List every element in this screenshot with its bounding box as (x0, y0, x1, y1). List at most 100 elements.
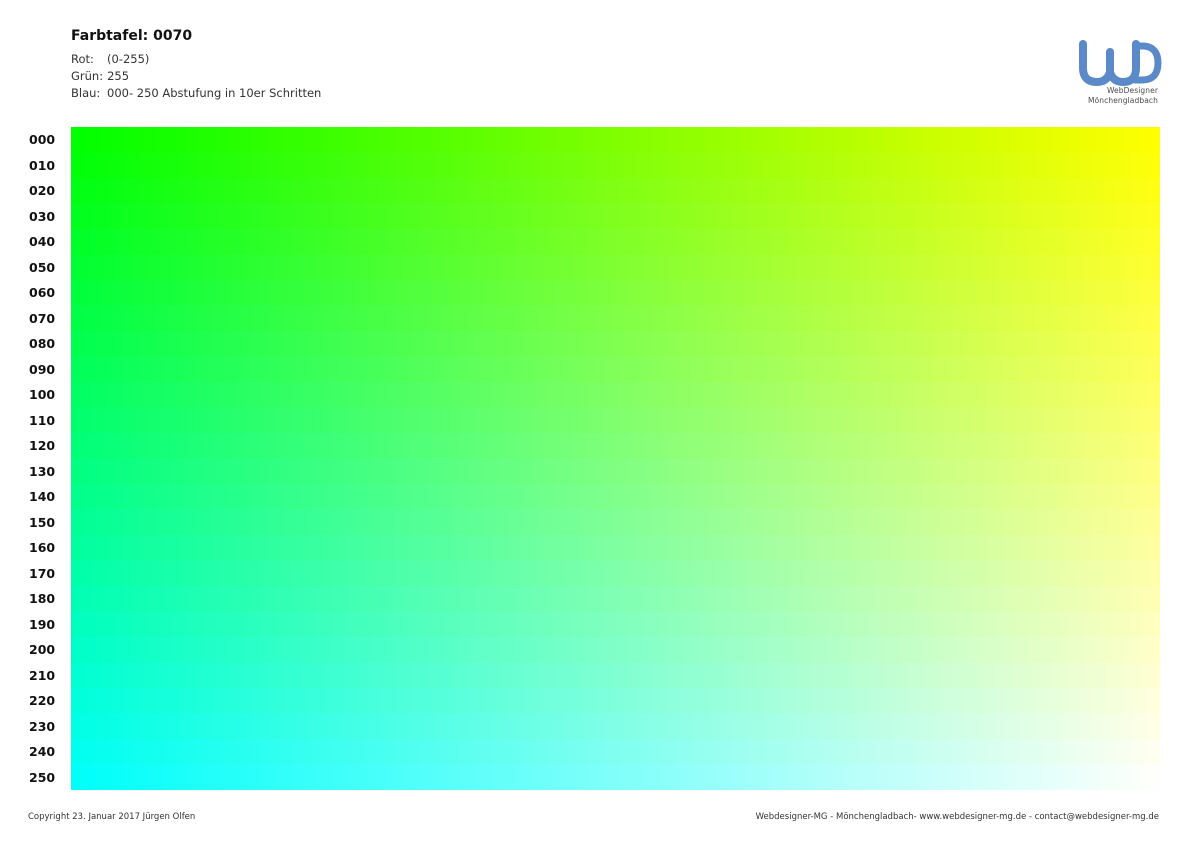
color-cell (1096, 484, 1100, 511)
color-cell (232, 560, 236, 587)
color-cell (462, 178, 466, 205)
color-cell (734, 535, 738, 562)
color-cell (687, 560, 692, 587)
color-cell (449, 586, 453, 613)
color-cell (326, 331, 330, 358)
color-cell (866, 203, 870, 230)
color-cell (641, 433, 645, 460)
color-cell (998, 280, 1002, 307)
color-cell (1113, 560, 1117, 587)
color-cell (1053, 433, 1057, 460)
color-cell (641, 382, 645, 409)
color-cell (168, 458, 173, 485)
color-cell (849, 407, 853, 434)
color-cell (177, 127, 181, 154)
color-cell (156, 560, 160, 587)
color-cell (713, 433, 717, 460)
color-cell (75, 586, 79, 613)
color-cell (83, 331, 88, 358)
color-cell (738, 535, 743, 562)
color-cell (641, 305, 645, 332)
color-cell (913, 305, 917, 332)
color-cell (258, 560, 262, 587)
color-cell (811, 433, 815, 460)
color-cell (496, 203, 500, 230)
color-cell (998, 382, 1002, 409)
color-cell (1130, 127, 1134, 154)
color-cell (521, 305, 526, 332)
color-cell (755, 152, 760, 179)
color-cell (92, 611, 96, 638)
color-cell (585, 560, 589, 587)
color-cell (649, 229, 653, 256)
color-cell (670, 305, 675, 332)
color-cell (313, 254, 317, 281)
color-cell (258, 458, 262, 485)
color-cell (972, 433, 977, 460)
color-cell (530, 178, 534, 205)
color-cell (139, 509, 143, 536)
color-cell (1087, 433, 1091, 460)
color-cell (530, 305, 534, 332)
color-cell (470, 178, 475, 205)
color-cell (751, 356, 755, 383)
color-cell (509, 305, 513, 332)
color-cell (1045, 331, 1049, 358)
color-cell (794, 382, 798, 409)
color-cell (411, 356, 415, 383)
color-cell (1117, 127, 1121, 154)
color-cell (1142, 458, 1147, 485)
color-cell (823, 458, 828, 485)
color-cell (83, 305, 88, 332)
color-cell (887, 586, 892, 613)
color-cell (1117, 509, 1121, 536)
color-cell (224, 152, 228, 179)
color-cell (913, 127, 917, 154)
color-cell (662, 356, 666, 383)
color-cell (832, 407, 836, 434)
color-cell (1104, 484, 1108, 511)
color-cell (985, 382, 989, 409)
color-cell (279, 433, 283, 460)
color-cell (134, 407, 139, 434)
color-cell (632, 229, 636, 256)
color-cell (398, 407, 402, 434)
color-cell (568, 254, 572, 281)
color-cell (743, 203, 747, 230)
color-cell (160, 254, 164, 281)
color-cell (853, 305, 857, 332)
color-cell (1155, 484, 1160, 511)
color-cell (700, 178, 704, 205)
color-cell (147, 178, 151, 205)
color-cell (819, 152, 823, 179)
color-cell (466, 178, 470, 205)
color-cell (998, 586, 1002, 613)
color-cell (1142, 356, 1147, 383)
color-cell (181, 152, 185, 179)
color-cell (1015, 458, 1019, 485)
color-cell (743, 127, 747, 154)
color-cell (1104, 356, 1108, 383)
color-cell (330, 458, 334, 485)
color-cell (921, 178, 926, 205)
color-cell (134, 356, 139, 383)
color-cell (1138, 331, 1142, 358)
color-cell (117, 254, 122, 281)
color-cell (458, 178, 462, 205)
color-cell (262, 356, 266, 383)
color-cell (930, 178, 934, 205)
color-cell (207, 254, 211, 281)
color-cell (71, 178, 75, 205)
color-cell (126, 229, 130, 256)
color-cell (943, 152, 947, 179)
color-cell (598, 254, 602, 281)
color-cell (768, 382, 772, 409)
color-cell (190, 305, 194, 332)
color-cell (185, 458, 190, 485)
color-cell (1113, 535, 1117, 562)
color-cell (334, 586, 338, 613)
color-cell (100, 407, 105, 434)
color-cell (857, 280, 862, 307)
color-cell (360, 407, 364, 434)
color-cell (509, 484, 513, 511)
